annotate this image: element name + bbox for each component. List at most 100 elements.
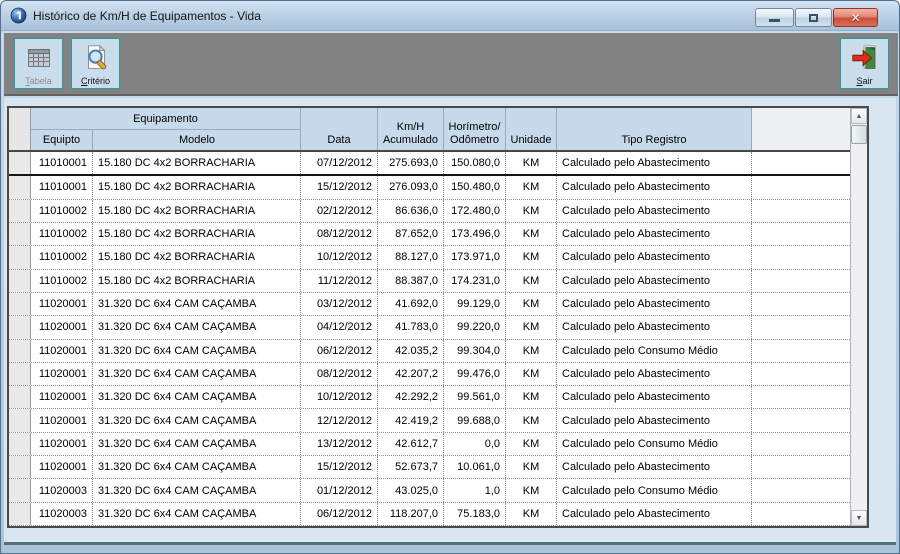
cell-horimetro-odometro: 173.971,0 xyxy=(444,246,506,269)
cell-equipto: 11010001 xyxy=(31,176,93,199)
table-row[interactable]: 11020001 31.320 DC 6x4 CAM CAÇAMBA 08/12… xyxy=(9,362,850,387)
cell-kmh-acumulado: 42.207,2 xyxy=(378,362,444,386)
table-row[interactable]: 11020003 31.320 DC 6x4 CAM CAÇAMBA 01/12… xyxy=(9,479,850,503)
cell-data: 04/12/2012 xyxy=(301,316,378,339)
table-row[interactable]: 11020001 31.320 DC 6x4 CAM CAÇAMBA 04/12… xyxy=(9,316,850,340)
cell-filler xyxy=(752,316,850,338)
table-row[interactable]: 11020001 31.320 DC 6x4 CAM CAÇAMBA 15/12… xyxy=(9,456,850,480)
column-header-unidade: Unidade xyxy=(506,108,557,150)
cell-kmh-acumulado: 42.035,2 xyxy=(378,339,444,362)
maximize-button[interactable] xyxy=(795,8,832,27)
toolbar: Tabela Critério Sair xyxy=(4,33,898,96)
vertical-scrollbar[interactable]: ▲ ▼ xyxy=(850,108,867,526)
cell-equipto: 11020001 xyxy=(31,386,93,409)
cell-modelo: 31.320 DC 6x4 CAM CAÇAMBA xyxy=(93,409,301,432)
sair-button[interactable]: Sair xyxy=(840,38,889,89)
table-row[interactable]: 11010002 15.180 DC 4x2 BORRACHARIA 08/12… xyxy=(9,222,850,247)
cell-data: 01/12/2012 xyxy=(301,479,378,502)
cell-unidade: KM xyxy=(506,316,557,339)
cell-unidade: KM xyxy=(506,246,557,269)
maximize-icon xyxy=(809,13,818,22)
minimize-icon xyxy=(769,19,780,22)
cell-kmh-acumulado: 41.692,0 xyxy=(378,292,444,316)
column-header-data: Data xyxy=(301,108,378,150)
cell-modelo: 15.180 DC 4x2 BORRACHARIA xyxy=(93,246,301,269)
row-indicator-cell xyxy=(9,409,31,432)
close-button[interactable]: ✕ xyxy=(833,8,878,27)
row-indicator-cell xyxy=(9,339,31,362)
table-row[interactable]: 11020001 31.320 DC 6x4 CAM CAÇAMBA 03/12… xyxy=(9,292,850,317)
row-indicator-header xyxy=(9,108,31,150)
cell-modelo: 31.320 DC 6x4 CAM CAÇAMBA xyxy=(93,479,301,502)
cell-data: 11/12/2012 xyxy=(301,269,378,292)
cell-kmh-acumulado: 41.783,0 xyxy=(378,316,444,339)
cell-data: 12/12/2012 xyxy=(301,409,378,432)
cell-filler xyxy=(752,386,850,408)
row-indicator-cell xyxy=(9,269,31,292)
cell-modelo: 31.320 DC 6x4 CAM CAÇAMBA xyxy=(93,316,301,339)
cell-equipto: 11020001 xyxy=(31,456,93,479)
table-row[interactable]: 11020001 31.320 DC 6x4 CAM CAÇAMBA 13/12… xyxy=(9,432,850,457)
scrollbar-track[interactable] xyxy=(851,144,867,510)
cell-data: 06/12/2012 xyxy=(301,339,378,362)
cell-equipto: 11020003 xyxy=(31,502,93,525)
cell-kmh-acumulado: 88.127,0 xyxy=(378,246,444,269)
cell-data: 07/12/2012 xyxy=(301,152,378,175)
table-row[interactable]: 11010001 15.180 DC 4x2 BORRACHARIA 07/12… xyxy=(9,152,850,177)
scrollbar-thumb[interactable] xyxy=(851,125,867,144)
cell-unidade: KM xyxy=(506,432,557,456)
cell-unidade: KM xyxy=(506,199,557,222)
cell-data: 15/12/2012 xyxy=(301,456,378,479)
cell-modelo: 15.180 DC 4x2 BORRACHARIA xyxy=(93,152,301,175)
scroll-down-button[interactable]: ▼ xyxy=(851,510,867,526)
cell-unidade: KM xyxy=(506,292,557,316)
cell-unidade: KM xyxy=(506,152,557,175)
tabela-button[interactable]: Tabela xyxy=(14,38,63,89)
table-row[interactable]: 11010002 15.180 DC 4x2 BORRACHARIA 02/12… xyxy=(9,199,850,223)
criterio-button[interactable]: Critério xyxy=(71,38,120,89)
cell-tipo-registro: Calculado pelo Abastecimento xyxy=(557,502,752,525)
column-header-kmh-acumulado: Km/H Acumulado xyxy=(378,108,444,150)
row-indicator-cell xyxy=(9,502,31,525)
cell-equipto: 11020003 xyxy=(31,479,93,502)
row-indicator-cell xyxy=(9,246,31,269)
cell-modelo: 31.320 DC 6x4 CAM CAÇAMBA xyxy=(93,432,301,456)
column-header-equipto: Equipto xyxy=(31,130,93,150)
cell-kmh-acumulado: 86.636,0 xyxy=(378,199,444,222)
cell-filler xyxy=(752,293,850,315)
cell-unidade: KM xyxy=(506,502,557,525)
cell-unidade: KM xyxy=(506,362,557,386)
minimize-button[interactable] xyxy=(755,8,794,27)
table-row[interactable]: 11020003 31.320 DC 6x4 CAM CAÇAMBA 06/12… xyxy=(9,502,850,526)
column-group-equipamento: Equipamento Equipto Modelo xyxy=(31,108,301,150)
row-indicator-cell xyxy=(9,432,31,456)
grid-main: Equipamento Equipto Modelo Data Km/H Acu… xyxy=(9,108,850,526)
cell-tipo-registro: Calculado pelo Consumo Médio xyxy=(557,339,752,362)
cell-data: 06/12/2012 xyxy=(301,502,378,525)
cell-unidade: KM xyxy=(506,386,557,409)
cell-unidade: KM xyxy=(506,269,557,292)
cell-filler xyxy=(752,200,850,222)
grid-rows: 11010001 15.180 DC 4x2 BORRACHARIA 07/12… xyxy=(9,152,850,526)
table-row[interactable]: 11010001 15.180 DC 4x2 BORRACHARIA 15/12… xyxy=(9,176,850,200)
cell-data: 03/12/2012 xyxy=(301,292,378,316)
cell-tipo-registro: Calculado pelo Abastecimento xyxy=(557,292,752,316)
table-row[interactable]: 11010002 15.180 DC 4x2 BORRACHARIA 11/12… xyxy=(9,269,850,293)
cell-tipo-registro: Calculado pelo Abastecimento xyxy=(557,152,752,175)
table-row[interactable]: 11020001 31.320 DC 6x4 CAM CAÇAMBA 12/12… xyxy=(9,409,850,433)
cell-equipto: 11020001 xyxy=(31,362,93,386)
cell-horimetro-odometro: 0,0 xyxy=(444,432,506,456)
cell-unidade: KM xyxy=(506,222,557,246)
cell-tipo-registro: Calculado pelo Consumo Médio xyxy=(557,432,752,456)
cell-tipo-registro: Calculado pelo Abastecimento xyxy=(557,409,752,432)
equipment-history-grid: Equipamento Equipto Modelo Data Km/H Acu… xyxy=(7,106,869,528)
row-indicator-cell xyxy=(9,316,31,339)
table-row[interactable]: 11010002 15.180 DC 4x2 BORRACHARIA 10/12… xyxy=(9,246,850,270)
app-icon xyxy=(10,7,27,24)
table-row[interactable]: 11020001 31.320 DC 6x4 CAM CAÇAMBA 10/12… xyxy=(9,386,850,410)
scroll-up-button[interactable]: ▲ xyxy=(851,108,867,124)
cell-horimetro-odometro: 10.061,0 xyxy=(444,456,506,479)
cell-data: 08/12/2012 xyxy=(301,362,378,386)
table-row[interactable]: 11020001 31.320 DC 6x4 CAM CAÇAMBA 06/12… xyxy=(9,339,850,363)
window-controls: ✕ xyxy=(754,8,878,27)
